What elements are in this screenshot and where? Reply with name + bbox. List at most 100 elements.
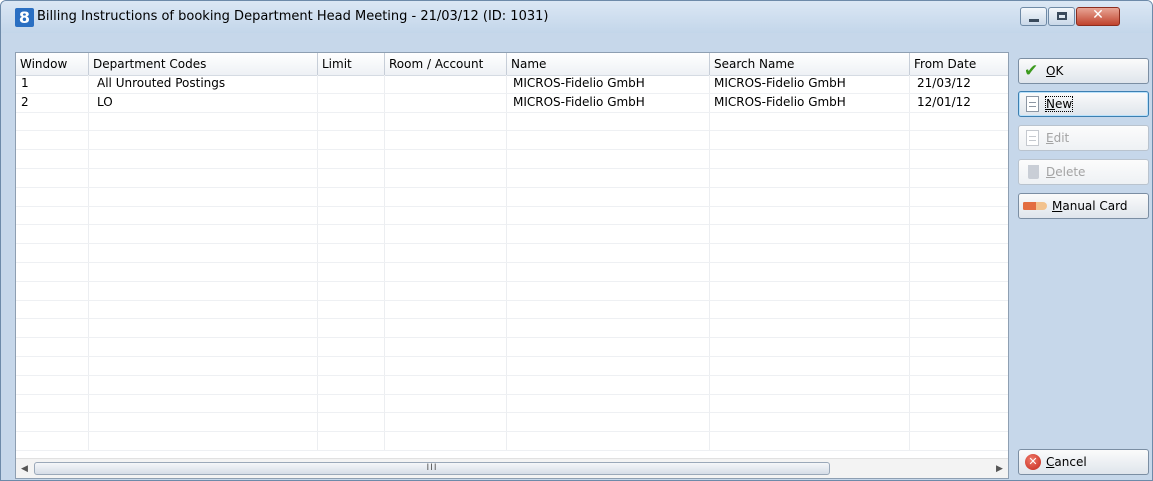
column-header-search-name[interactable]: Search Name — [710, 53, 910, 75]
cell-room-account — [385, 338, 507, 357]
title-bar[interactable]: 8 Billing Instructions of booking Depart… — [1, 1, 1152, 33]
empty-table-row[interactable] — [16, 394, 1008, 414]
cell-search-name: MICROS-Fidelio GmbH — [710, 75, 910, 93]
cell-from-date — [910, 282, 1008, 300]
column-header-from-date[interactable]: From Date — [910, 53, 1008, 75]
new-button-label: New — [1044, 96, 1074, 112]
empty-table-row[interactable] — [16, 187, 1008, 207]
cell-from-date — [910, 319, 1008, 337]
empty-table-row[interactable] — [16, 150, 1008, 169]
cell-limit — [318, 394, 385, 413]
empty-table-row[interactable] — [16, 356, 1008, 376]
new-button[interactable]: New — [1018, 91, 1149, 117]
cell-window — [16, 356, 89, 375]
scroll-right-icon[interactable]: ▶ — [991, 459, 1008, 478]
cell-limit — [318, 131, 385, 150]
empty-table-row[interactable] — [16, 168, 1008, 188]
cell-department-codes — [89, 375, 318, 394]
edit-document-icon — [1026, 130, 1039, 146]
billing-instructions-window: 8 Billing Instructions of booking Depart… — [0, 0, 1153, 481]
cancel-icon: ✕ — [1025, 454, 1041, 470]
minimize-button[interactable] — [1020, 7, 1047, 26]
cell-from-date — [910, 413, 1008, 431]
cell-department-codes — [89, 262, 318, 281]
maximize-button[interactable] — [1048, 7, 1075, 26]
cell-search-name — [710, 225, 910, 244]
column-header-limit[interactable]: Limit — [318, 53, 385, 75]
cell-from-date — [910, 301, 1008, 319]
empty-table-row[interactable] — [16, 338, 1008, 357]
cancel-button[interactable]: ✕ Cancel — [1018, 449, 1149, 475]
column-header-department-codes[interactable]: Department Codes — [89, 53, 318, 75]
cell-name — [507, 375, 710, 394]
close-button[interactable]: ✕ — [1076, 7, 1120, 26]
cell-limit — [318, 93, 385, 112]
cell-search-name — [710, 187, 910, 206]
cell-name — [507, 112, 710, 131]
cell-room-account — [385, 131, 507, 150]
cell-from-date — [910, 263, 1008, 281]
table-row[interactable]: 2 LO MICROS-Fidelio GmbH MICROS-Fidelio Gmb… — [16, 93, 1008, 113]
cell-from-date — [910, 395, 1008, 413]
ok-button[interactable]: ✔ OK — [1018, 58, 1149, 84]
cell-limit — [318, 300, 385, 319]
empty-table-row[interactable] — [16, 300, 1008, 320]
cell-department-codes — [89, 319, 318, 338]
cell-search-name — [710, 281, 910, 300]
cell-limit — [318, 338, 385, 357]
cell-room-account — [385, 187, 507, 206]
minimize-icon — [1029, 19, 1039, 22]
cell-department-codes: All Unrouted Postings — [89, 75, 318, 93]
empty-table-row[interactable] — [16, 319, 1008, 339]
cell-search-name — [710, 168, 910, 187]
cell-from-date — [910, 244, 1008, 262]
column-header-room-account[interactable]: Room / Account — [385, 53, 507, 75]
empty-table-row[interactable] — [16, 375, 1008, 395]
cell-limit — [318, 319, 385, 338]
empty-table-row[interactable] — [16, 413, 1008, 433]
empty-table-row[interactable] — [16, 225, 1008, 245]
empty-table-row[interactable] — [16, 131, 1008, 151]
cell-room-account — [385, 112, 507, 131]
cell-room-account — [385, 262, 507, 281]
scroll-thumb[interactable]: III — [34, 462, 830, 475]
column-header-name[interactable]: Name — [507, 53, 710, 75]
card-swipe-icon — [1023, 202, 1047, 210]
cell-window — [16, 225, 89, 244]
ok-button-label: OK — [1046, 64, 1064, 78]
cell-limit — [318, 244, 385, 263]
table-row[interactable]: 1 All Unrouted Postings MICROS-Fidelio Gmb… — [16, 75, 1008, 94]
cancel-button-label: Cancel — [1046, 455, 1087, 469]
empty-table-row[interactable] — [16, 112, 1008, 132]
scroll-left-icon[interactable]: ◀ — [16, 459, 33, 478]
horizontal-scrollbar[interactable]: ◀ III ▶ — [16, 458, 1008, 478]
cell-name — [507, 394, 710, 413]
empty-table-row[interactable] — [16, 262, 1008, 282]
edit-button[interactable]: Edit — [1018, 125, 1149, 151]
cell-window — [16, 394, 89, 413]
cell-window: 2 — [16, 93, 89, 112]
cell-window — [16, 432, 89, 451]
cell-limit — [318, 206, 385, 225]
trash-icon — [1028, 165, 1039, 179]
empty-table-row[interactable] — [16, 244, 1008, 263]
cell-window — [16, 187, 89, 206]
cell-department-codes — [89, 187, 318, 206]
cell-search-name — [710, 131, 910, 150]
cell-name — [507, 319, 710, 338]
delete-button[interactable]: Delete — [1018, 159, 1149, 185]
empty-table-row[interactable] — [16, 432, 1008, 451]
grid-rows: 1 All Unrouted Postings MICROS-Fidelio Gmb… — [16, 75, 1008, 457]
empty-table-row[interactable] — [16, 206, 1008, 226]
cell-room-account — [385, 225, 507, 244]
cell-limit — [318, 432, 385, 451]
manual-card-button[interactable]: Manual Card — [1018, 193, 1149, 219]
cell-search-name: MICROS-Fidelio GmbH — [710, 93, 910, 112]
cell-search-name — [710, 319, 910, 338]
cell-room-account — [385, 150, 507, 169]
cell-name — [507, 206, 710, 225]
cell-department-codes — [89, 281, 318, 300]
cell-name: MICROS-Fidelio GmbH — [507, 75, 710, 93]
column-header-window[interactable]: Window — [16, 53, 89, 75]
empty-table-row[interactable] — [16, 281, 1008, 301]
